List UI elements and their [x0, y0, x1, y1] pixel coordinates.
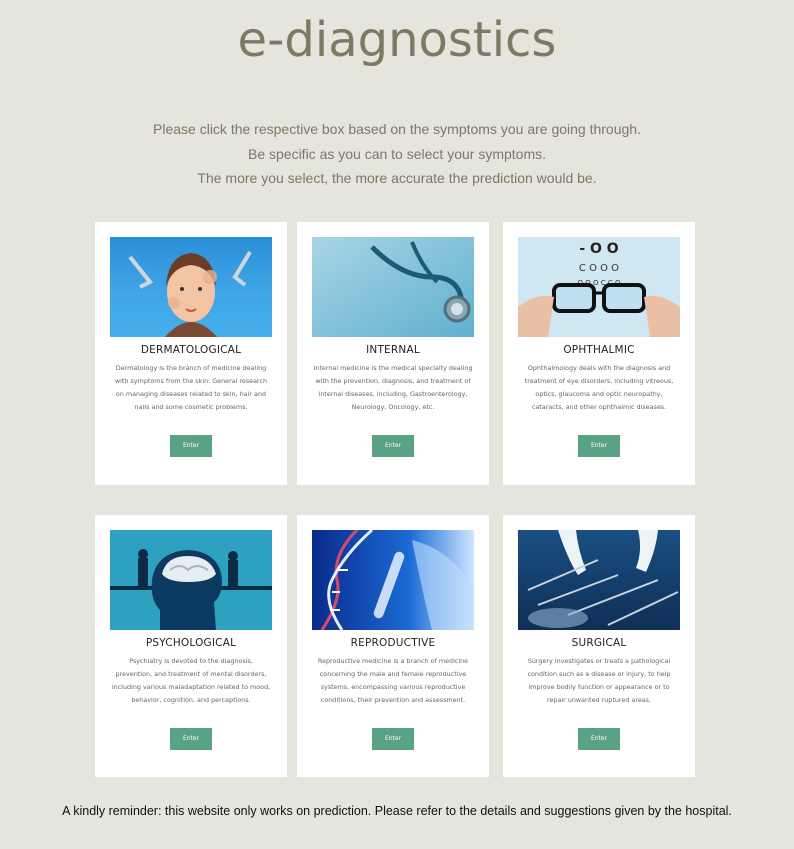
enter-button[interactable]: Enter [170, 435, 212, 457]
card-title: REPRODUCTIVE [350, 637, 436, 649]
surgical-instruments-image [518, 530, 680, 630]
enter-button[interactable]: Enter [578, 728, 620, 750]
card-title: SURGICAL [571, 637, 627, 649]
dermatology-image [110, 237, 272, 337]
enter-button[interactable]: Enter [170, 728, 212, 750]
enter-button[interactable]: Enter [372, 728, 414, 750]
card-description: Reproductive medicine is a branch of med… [317, 657, 469, 704]
card-description: Psychiatry is devoted to the diagnosis, … [111, 657, 271, 704]
eyeglasses-image: - O O C O O O O O O C C O [518, 237, 680, 337]
intro-line: Please click the respective box based on… [153, 121, 641, 137]
card-reproductive[interactable]: REPRODUCTIVE Reproductive medicine is a … [297, 515, 489, 777]
intro-text: Please click the respective box based on… [0, 117, 794, 191]
svg-text:- O O: - O O [579, 241, 618, 257]
card-ophthalmic[interactable]: - O O C O O O O O O C C O OPHTHALMIC Oph… [503, 222, 695, 485]
card-description: Dermatology is the branch of medicine de… [114, 364, 268, 411]
card-title: OPHTHALMIC [563, 344, 635, 356]
page-title: e-diagnostics [237, 12, 557, 68]
svg-text:C O O O: C O O O [579, 263, 619, 274]
enter-button[interactable]: Enter [578, 435, 620, 457]
card-title: INTERNAL [366, 344, 420, 356]
dna-image [312, 530, 474, 630]
card-surgical[interactable]: SURGICAL Surgery investigates or treats … [503, 515, 695, 777]
card-description: Surgery investigates or treats a patholo… [527, 657, 671, 704]
card-dermatological[interactable]: DERMATOLOGICAL Dermatology is the branch… [95, 222, 287, 485]
enter-button[interactable]: Enter [372, 435, 414, 457]
card-psychological[interactable]: PSYCHOLOGICAL Psychiatry is devoted to t… [95, 515, 287, 777]
head-brain-image [110, 530, 272, 630]
card-description: Ophthalmology deals with the diagnosis a… [524, 364, 674, 411]
card-description: Internal medicine is the medical special… [313, 364, 473, 411]
footer-reminder: A kindly reminder: this website only wor… [62, 804, 732, 818]
card-title: PSYCHOLOGICAL [145, 637, 237, 649]
intro-line: The more you select, the more accurate t… [197, 170, 597, 186]
card-title: DERMATOLOGICAL [140, 344, 242, 356]
stethoscope-image [312, 237, 474, 337]
card-internal[interactable]: INTERNAL Internal medicine is the medica… [297, 222, 489, 485]
intro-line: Be specific as you can to select your sy… [247, 145, 546, 162]
